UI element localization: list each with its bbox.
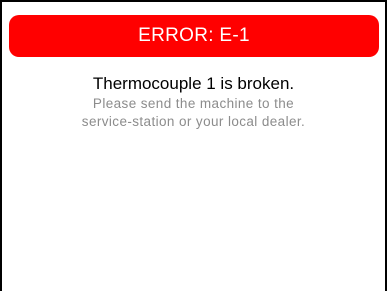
- error-banner: ERROR: E-1: [9, 15, 379, 57]
- error-message-detail-line-1: Please send the machine to the: [92, 96, 295, 111]
- error-screen: ERROR: E-1 Thermocouple 1 is broken. Ple…: [2, 2, 385, 291]
- error-message: Thermocouple 1 is broken. Please send th…: [2, 73, 385, 131]
- error-message-title: Thermocouple 1 is broken.: [92, 74, 295, 93]
- error-message-detail-line-2: service-station or your local dealer.: [81, 114, 306, 129]
- error-code-title: ERROR: E-1: [138, 25, 250, 46]
